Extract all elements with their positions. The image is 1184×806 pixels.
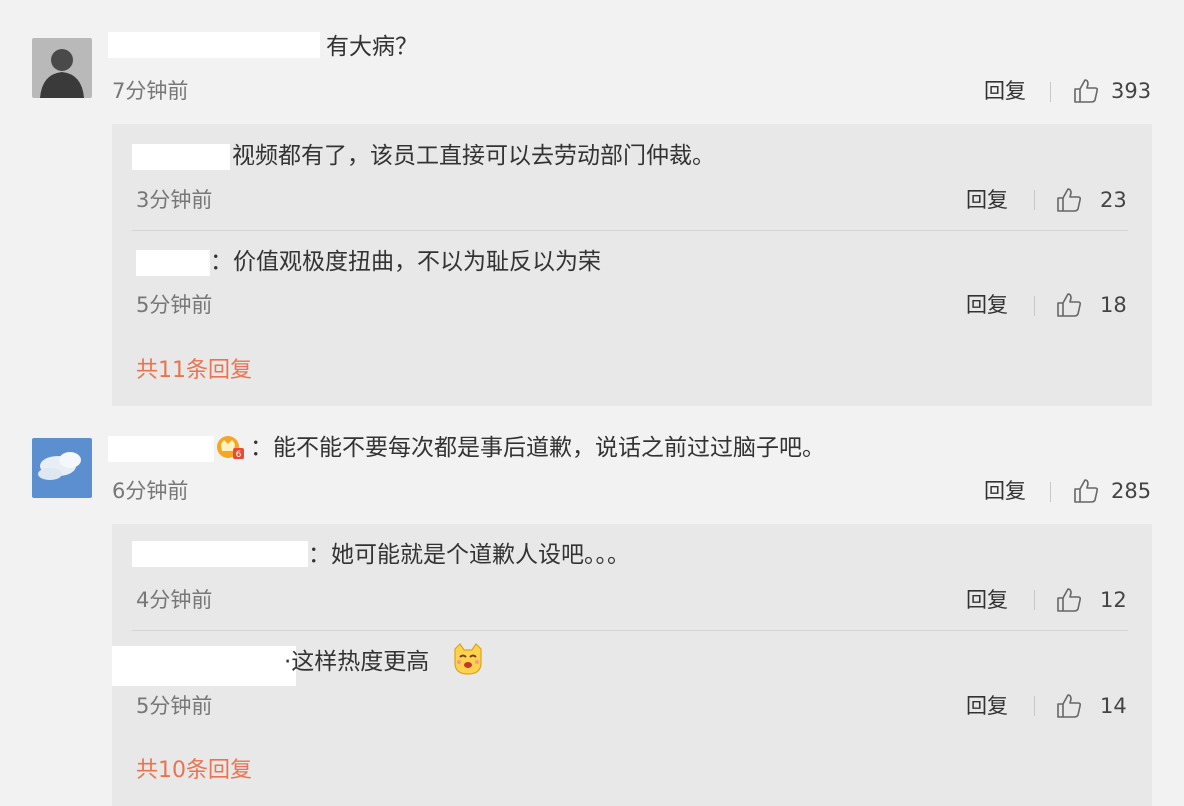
reply-text: ·这样热度更高 [284, 649, 430, 675]
more-replies-link[interactable]: 共10条回复 [136, 756, 252, 786]
like-count: 12 [1100, 588, 1127, 612]
username-redacted [112, 646, 296, 686]
reply-button[interactable]: 回复 [966, 586, 1008, 614]
reply-time: 5分钟前 [136, 694, 213, 718]
divider [1034, 590, 1035, 610]
comment-item: 6 ：能不能不要每次都是事后道歉，说话之前过过脑子吧。 6分钟前 回复 285 … [0, 0, 1184, 806]
thumbs-up-icon[interactable] [1072, 477, 1100, 505]
username-redacted [108, 436, 214, 462]
reply-divider [132, 630, 1128, 631]
reply-time: 4分钟前 [136, 588, 213, 612]
reply-text: ：她可能就是个道歉人设吧。。。 [308, 542, 630, 568]
like-count: 14 [1100, 694, 1127, 718]
divider [1034, 696, 1035, 716]
divider [1050, 482, 1051, 502]
comment-time: 6分钟前 [112, 479, 189, 503]
thumbs-up-icon[interactable] [1055, 586, 1083, 614]
username-redacted [132, 541, 308, 567]
reply-button[interactable]: 回复 [966, 692, 1008, 720]
comment-text: ：能不能不要每次都是事后道歉，说话之前过过脑子吧。 [250, 435, 825, 461]
svg-text:6: 6 [236, 450, 242, 460]
avatar[interactable] [32, 438, 92, 498]
thumbs-up-icon[interactable] [1055, 692, 1083, 720]
vip-badge-icon: 6 [217, 436, 244, 460]
smirk-emoji-icon [454, 643, 482, 675]
reply-button[interactable]: 回复 [984, 477, 1026, 505]
like-count: 285 [1111, 479, 1152, 503]
